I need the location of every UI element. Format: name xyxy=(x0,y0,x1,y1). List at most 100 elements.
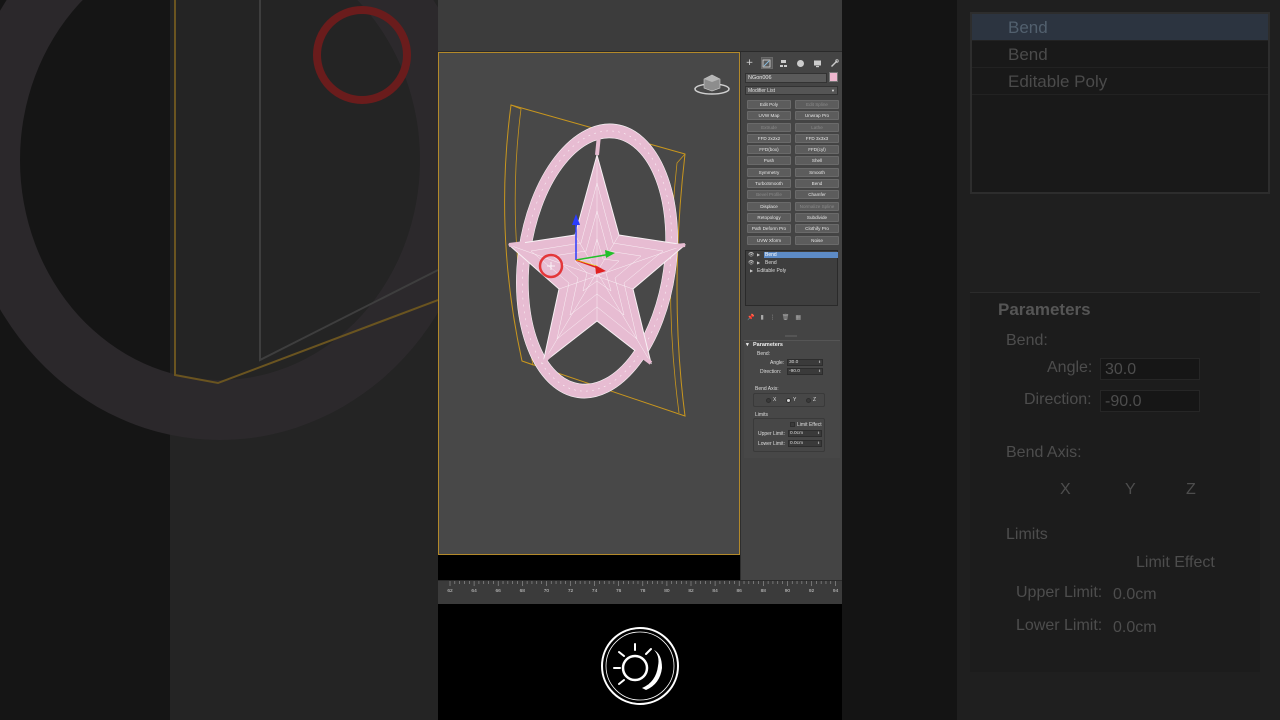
limit-effect-checkbox[interactable] xyxy=(790,422,795,427)
modifier-button: Bevel Profile xyxy=(747,190,791,200)
object-color-swatch[interactable] xyxy=(829,72,838,82)
pin-stack-icon[interactable]: 📌 xyxy=(747,314,754,321)
modifier-button[interactable]: FFD 2x2x2 xyxy=(747,133,791,143)
app-screen: + NGon006 Modifier List ▼ Edit Poly Edit … xyxy=(438,0,842,720)
timeline-tick-label: 84 xyxy=(712,589,718,594)
modifier-button[interactable]: Subdivide xyxy=(795,212,839,222)
remove-modifier-icon[interactable]: 🗑 xyxy=(782,314,790,321)
axis-x-radio[interactable] xyxy=(766,398,771,403)
background-stack-row: Bend xyxy=(972,14,1268,41)
stack-item[interactable]: 👁 ▶ Bend xyxy=(746,251,838,259)
timeline-tick-label: 80 xyxy=(664,589,670,594)
modifier-button[interactable]: UVW Map xyxy=(747,111,791,121)
expand-arrow-icon[interactable]: ▶ xyxy=(750,267,753,275)
parameters-rollout: ▾ Parameters Bend: Angle: 30.0 ⬍ Directi… xyxy=(744,340,840,458)
modifier-button[interactable]: Symmetry xyxy=(747,167,791,177)
modifier-button[interactable]: Clothify Pro xyxy=(795,224,839,234)
timeline-tick-label: 72 xyxy=(567,589,574,594)
modifier-button[interactable]: Path Deform Pro xyxy=(747,224,791,234)
stack-item[interactable]: 👁 ▶ Bend xyxy=(746,259,837,267)
timeline-tick-label: 86 xyxy=(736,589,742,594)
expand-arrow-icon[interactable]: ▶ xyxy=(757,251,760,259)
upper-limit-spinner[interactable]: 0.0cm ⬍ xyxy=(788,430,822,437)
spinner-arrows-icon[interactable]: ⬍ xyxy=(818,360,821,365)
spinner-arrows-icon[interactable]: ⬍ xyxy=(818,369,821,374)
perspective-viewport[interactable] xyxy=(438,52,740,555)
background-direction-value: -90.0 xyxy=(1105,393,1142,410)
limit-effect-label: Limit Effect xyxy=(797,422,822,428)
chevron-down-icon: ▼ xyxy=(831,88,835,93)
angle-spinner[interactable]: 30.0 ⬍ xyxy=(787,359,823,366)
expand-arrow-icon[interactable]: ▶ xyxy=(757,259,760,267)
modifier-button: Lathe xyxy=(795,122,839,132)
object-name-field[interactable]: NGon006 xyxy=(745,73,827,83)
lower-limit-value: 0.0cm xyxy=(790,441,804,446)
panel-divider-grip[interactable] xyxy=(785,335,797,337)
modifier-buttons-grid: Edit Poly Edit Spline UVW Map Unwrap Pro Ext… xyxy=(747,100,839,245)
background-angle-value: 30.0 xyxy=(1105,361,1137,378)
modifier-button[interactable]: FFD 3x3x3 xyxy=(795,133,839,143)
make-unique-icon[interactable]: ⋮ xyxy=(770,314,776,321)
modifier-button: Edit Spline xyxy=(795,100,839,109)
modifier-button[interactable]: Shell xyxy=(795,156,839,166)
background-limits-label: Limits xyxy=(1006,526,1048,543)
viewcube-icon[interactable] xyxy=(694,71,730,97)
background-modifier-stack: Bend Bend Editable Poly xyxy=(970,12,1270,194)
modifier-button[interactable]: Chamfer xyxy=(795,190,839,200)
axis-z-radio[interactable] xyxy=(806,398,811,403)
spinner-arrows-icon[interactable]: ⬍ xyxy=(817,441,820,446)
stack-item-label: Bend xyxy=(765,260,777,266)
motion-tab-icon[interactable] xyxy=(795,57,807,69)
lower-limit-spinner[interactable]: 0.0cm ⬍ xyxy=(788,440,822,447)
background-bend-axis-label: Bend Axis: xyxy=(1006,444,1082,461)
background-upper-limit-label: Upper Limit: xyxy=(1016,584,1103,601)
create-tab-icon[interactable]: + xyxy=(744,57,756,69)
background-axis-y: Y xyxy=(1125,481,1136,498)
parameters-title[interactable]: Parameters xyxy=(753,342,783,348)
timeline-ruler[interactable]: 62 64 66 68 70 72 74 76 78 80 82 84 86 88 90 92 94 xyxy=(438,580,842,604)
modifier-button[interactable]: Push xyxy=(747,156,791,166)
eye-icon[interactable]: 👁 xyxy=(748,251,754,259)
axis-y-radio[interactable] xyxy=(786,398,791,403)
modifier-button[interactable]: FFD(cyl) xyxy=(795,145,839,155)
timeline-tick-label: 74 xyxy=(591,589,598,594)
direction-spinner[interactable]: -90.0 ⬍ xyxy=(787,368,823,375)
modifier-button[interactable]: Noise xyxy=(795,235,839,245)
stack-item-label: Bend xyxy=(764,252,838,258)
bend-axis-label: Bend Axis: xyxy=(755,386,779,392)
command-panel: + NGon006 Modifier List ▼ Edit Poly Edit … xyxy=(740,52,842,580)
modify-tab-icon[interactable] xyxy=(760,57,773,69)
utilities-tab-icon[interactable] xyxy=(829,57,841,69)
background-direction-label: Direction: xyxy=(1024,391,1092,408)
timeline-tick-label: 64 xyxy=(471,589,477,594)
modifier-stack[interactable]: 👁 ▶ Bend 👁 ▶ Bend ▶ Editable Poly xyxy=(745,250,838,306)
modifier-list-dropdown[interactable]: Modifier List ▼ xyxy=(745,86,838,95)
show-end-result-icon[interactable]: ▮ xyxy=(760,314,763,321)
spinner-arrows-icon[interactable]: ⬍ xyxy=(817,431,820,436)
modifier-button[interactable]: TurboSmooth xyxy=(747,179,791,189)
modifier-button[interactable]: Bend xyxy=(795,179,839,189)
configure-sets-icon[interactable]: ▦ xyxy=(795,314,801,321)
modifier-button[interactable]: FFD(box) xyxy=(747,145,791,155)
modifier-button[interactable]: Retopology xyxy=(747,212,791,222)
modifier-button[interactable]: UVW Xform xyxy=(747,235,791,245)
hierarchy-tab-icon[interactable] xyxy=(778,57,790,69)
rollout-collapse-icon[interactable]: ▾ xyxy=(746,342,749,348)
background-axis-z: Z xyxy=(1186,481,1196,498)
modifier-button[interactable]: Smooth xyxy=(795,167,839,177)
axis-y-label: Y xyxy=(793,397,797,403)
timeline-tick-label: 90 xyxy=(784,589,791,594)
direction-value: -90.0 xyxy=(789,369,800,374)
eye-icon[interactable]: 👁 xyxy=(748,259,754,267)
timeline-tick-label: 78 xyxy=(640,589,646,594)
background-right-blur: Bend Bend Editable Poly Parameters Bend:… xyxy=(842,0,1280,720)
stack-item[interactable]: ▶ Editable Poly xyxy=(746,267,837,275)
timeline-tick-label: 82 xyxy=(688,589,694,594)
modifier-button[interactable]: Edit Poly xyxy=(747,100,791,109)
viewport-scene xyxy=(504,104,687,417)
command-panel-tabs: + xyxy=(741,55,843,71)
modifier-button[interactable]: Displace xyxy=(747,201,791,211)
modifier-button: Extrude xyxy=(747,122,791,132)
display-tab-icon[interactable] xyxy=(812,57,824,69)
modifier-button[interactable]: Unwrap Pro xyxy=(795,111,839,121)
